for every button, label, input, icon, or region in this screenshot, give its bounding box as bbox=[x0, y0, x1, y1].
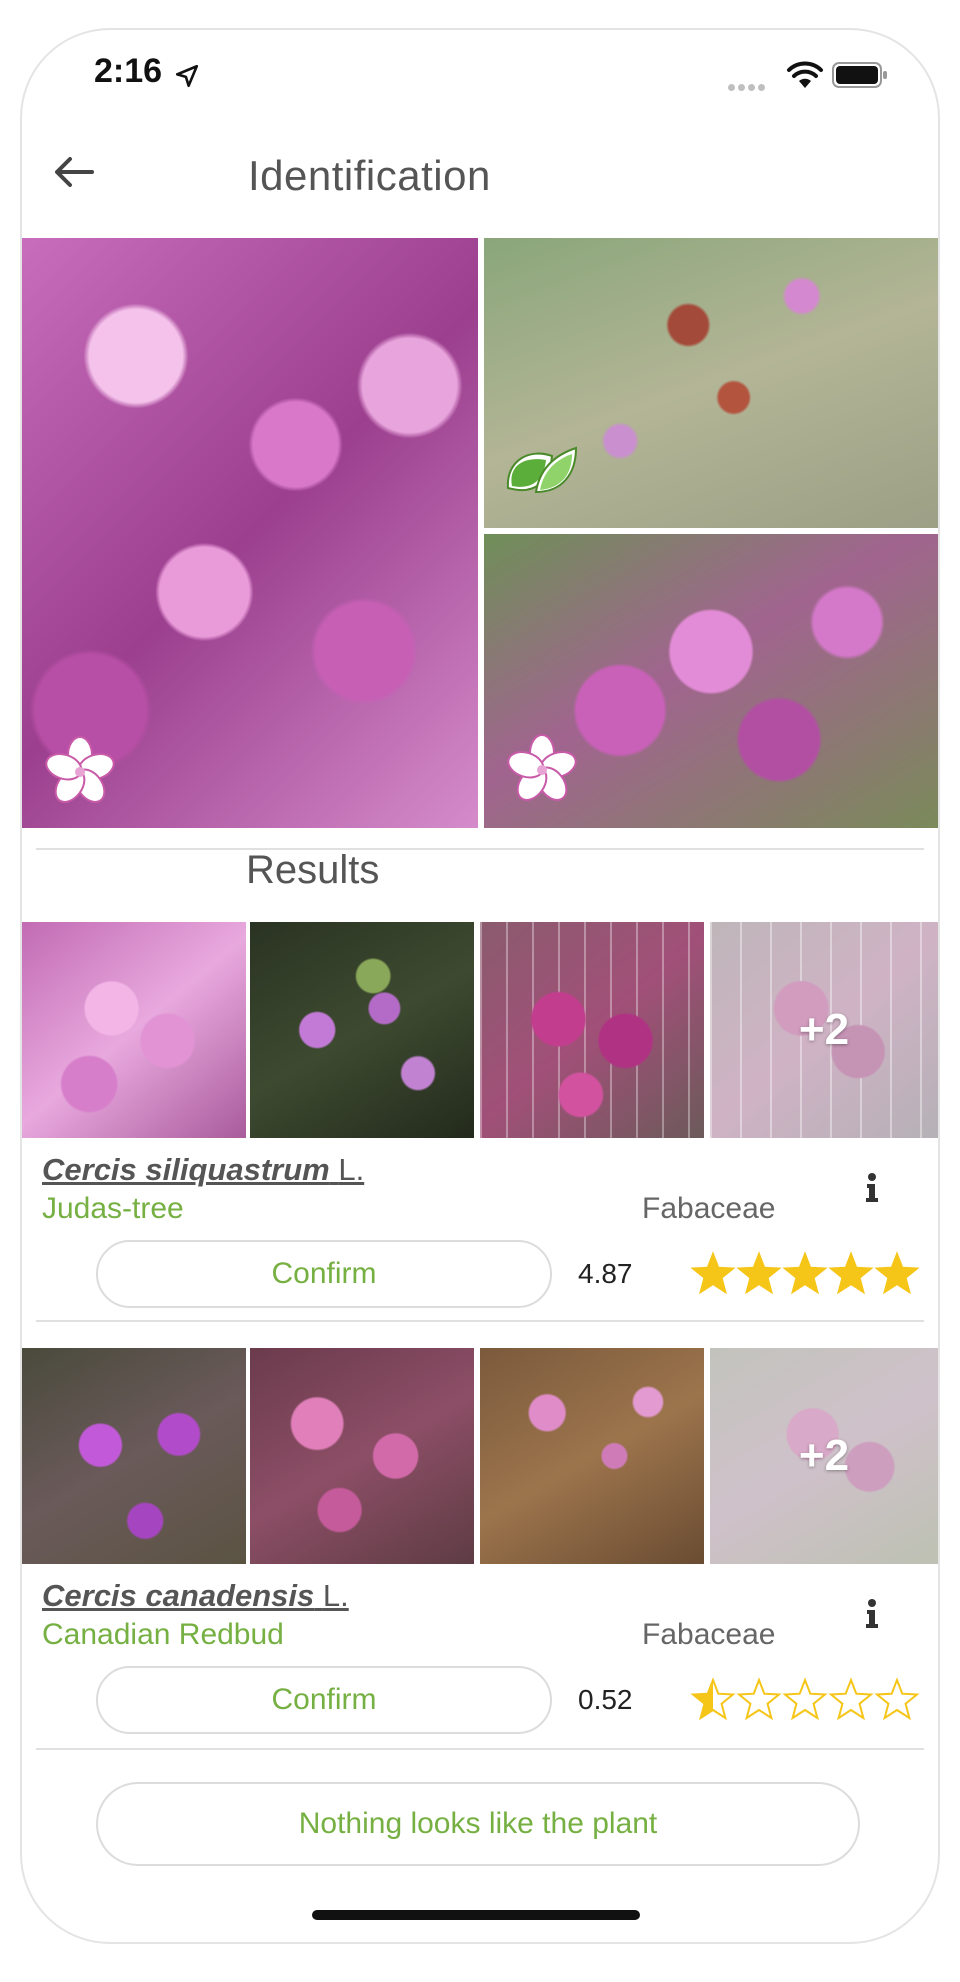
query-photo-leaf[interactable] bbox=[484, 238, 938, 528]
result-thumbnail-more[interactable]: +2 bbox=[710, 922, 938, 1138]
star-icon bbox=[874, 1251, 920, 1295]
more-images-count: +2 bbox=[798, 1431, 850, 1480]
status-bar: 2:16 bbox=[22, 30, 938, 140]
result-image-strip: +2 bbox=[22, 922, 938, 1138]
divider bbox=[36, 1748, 924, 1750]
scientific-name: Cercis siliquastrum bbox=[42, 1152, 330, 1187]
author-abbreviation: L. bbox=[338, 1152, 365, 1187]
more-images-overlay: +2 bbox=[710, 1348, 938, 1564]
rating-stars bbox=[690, 1251, 920, 1295]
wifi-icon bbox=[787, 61, 823, 88]
scientific-name: Cercis canadensis bbox=[42, 1578, 315, 1613]
battery-icon bbox=[832, 62, 887, 88]
star-icon bbox=[782, 1251, 828, 1295]
phone-screen: 2:16 Identification Results +2 Cercis si… bbox=[20, 28, 940, 1944]
result-thumbnail-more[interactable]: +2 bbox=[710, 1348, 938, 1564]
star-icon bbox=[736, 1251, 782, 1295]
flower-icon bbox=[507, 734, 577, 801]
confidence-score: 4.87 bbox=[578, 1258, 633, 1289]
cellular-signal-icon bbox=[728, 78, 768, 96]
author-abbreviation: L. bbox=[322, 1578, 349, 1613]
result-thumbnail[interactable] bbox=[250, 922, 474, 1138]
query-photo-gallery bbox=[22, 238, 938, 828]
result-thumbnail[interactable] bbox=[22, 1348, 246, 1564]
divider bbox=[36, 848, 924, 850]
results-heading: Results bbox=[246, 848, 380, 892]
star-icon bbox=[828, 1251, 874, 1295]
confirm-button[interactable]: Confirm bbox=[96, 1240, 552, 1308]
flower-icon bbox=[45, 736, 115, 803]
home-indicator bbox=[312, 1910, 640, 1920]
rating-stars bbox=[690, 1677, 920, 1721]
more-images-count: +2 bbox=[798, 1005, 850, 1054]
result-image-strip: +2 bbox=[22, 1348, 938, 1564]
family-name: Fabaceae bbox=[642, 1192, 776, 1225]
location-arrow-icon bbox=[175, 64, 199, 88]
leaf-icon bbox=[506, 446, 578, 494]
star-icon bbox=[828, 1677, 874, 1721]
star-icon bbox=[690, 1677, 736, 1721]
result-thumbnail[interactable] bbox=[22, 922, 246, 1138]
divider bbox=[36, 1320, 924, 1322]
confirm-button[interactable]: Confirm bbox=[96, 1666, 552, 1734]
star-icon bbox=[736, 1677, 782, 1721]
info-icon[interactable] bbox=[860, 1172, 884, 1204]
common-name: Judas-tree bbox=[42, 1192, 184, 1225]
family-name: Fabaceae bbox=[642, 1618, 776, 1651]
confidence-score: 0.52 bbox=[578, 1684, 633, 1715]
result-thumbnail[interactable] bbox=[480, 1348, 704, 1564]
star-icon bbox=[690, 1251, 736, 1295]
query-photo-flower[interactable] bbox=[484, 534, 938, 828]
back-arrow-icon[interactable] bbox=[50, 150, 98, 194]
star-icon bbox=[782, 1677, 828, 1721]
more-images-overlay: +2 bbox=[710, 922, 938, 1138]
info-icon[interactable] bbox=[860, 1598, 884, 1630]
result-thumbnail[interactable] bbox=[250, 1348, 474, 1564]
query-photo-flower[interactable] bbox=[22, 238, 478, 828]
result-thumbnail[interactable] bbox=[480, 922, 704, 1138]
page-title: Identification bbox=[248, 152, 491, 199]
scientific-name-link[interactable]: Cercis canadensis L. bbox=[42, 1578, 349, 1614]
nothing-looks-like-button[interactable]: Nothing looks like the plant bbox=[96, 1782, 860, 1866]
scientific-name-link[interactable]: Cercis siliquastrum L. bbox=[42, 1152, 364, 1188]
status-time: 2:16 bbox=[94, 52, 163, 90]
star-icon bbox=[874, 1677, 920, 1721]
common-name: Canadian Redbud bbox=[42, 1618, 284, 1651]
